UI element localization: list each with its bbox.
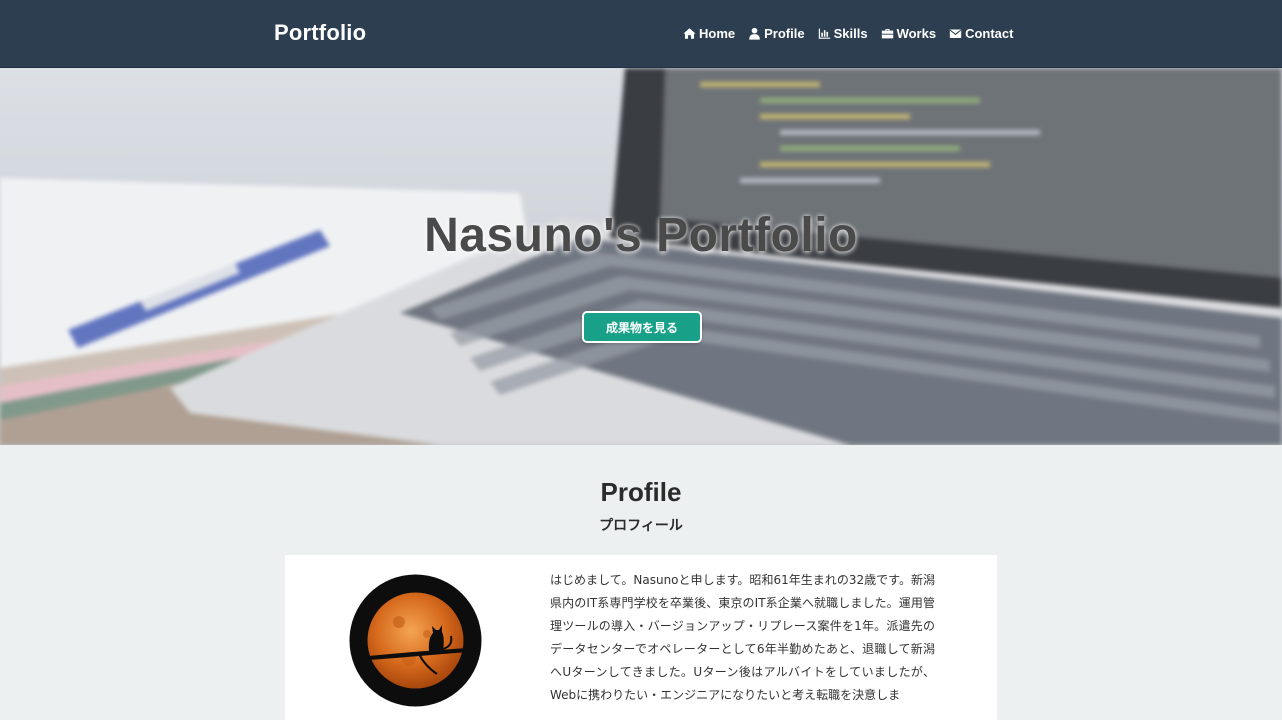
chart-icon <box>818 27 831 40</box>
avatar <box>349 574 482 707</box>
nav-item-label: Home <box>699 26 736 41</box>
profile-card: はじめまして。Nasunoと申します。昭和61年生まれの32歳です。新潟県内のI… <box>285 555 997 720</box>
brand-logo[interactable]: Portfolio <box>274 20 366 46</box>
nav-item-home[interactable]: Home <box>683 26 735 41</box>
briefcase-icon <box>881 27 894 40</box>
nav-item-label: Contact <box>965 26 1014 41</box>
profile-bio-text: はじめまして。Nasunoと申します。昭和61年生まれの32歳です。新潟県内のI… <box>550 573 935 702</box>
nav-item-profile[interactable]: Profile <box>748 26 805 41</box>
nav-item-skills[interactable]: Skills <box>818 26 868 41</box>
envelope-icon <box>949 27 962 40</box>
hero-banner: Nasuno's Portfolio 成果物を見る <box>0 68 1282 445</box>
nav-menu: Home Profile Skills Works Contact <box>683 26 1013 41</box>
nav-item-label: Skills <box>833 26 868 41</box>
nav-item-label: Works <box>896 26 937 41</box>
nav-item-label: Profile <box>764 26 805 41</box>
user-icon <box>748 27 761 40</box>
hero-title: Nasuno's Portfolio <box>424 209 858 262</box>
nav-item-contact[interactable]: Contact <box>949 26 1013 41</box>
navbar: Portfolio Home Profile Skills Works Cont… <box>0 0 1282 68</box>
profile-section-subtitle: プロフィール <box>599 517 683 533</box>
nav-item-works[interactable]: Works <box>881 26 937 41</box>
home-icon <box>683 27 696 40</box>
profile-section-title: Profile <box>600 477 682 507</box>
view-works-button[interactable]: 成果物を見る <box>582 311 702 343</box>
